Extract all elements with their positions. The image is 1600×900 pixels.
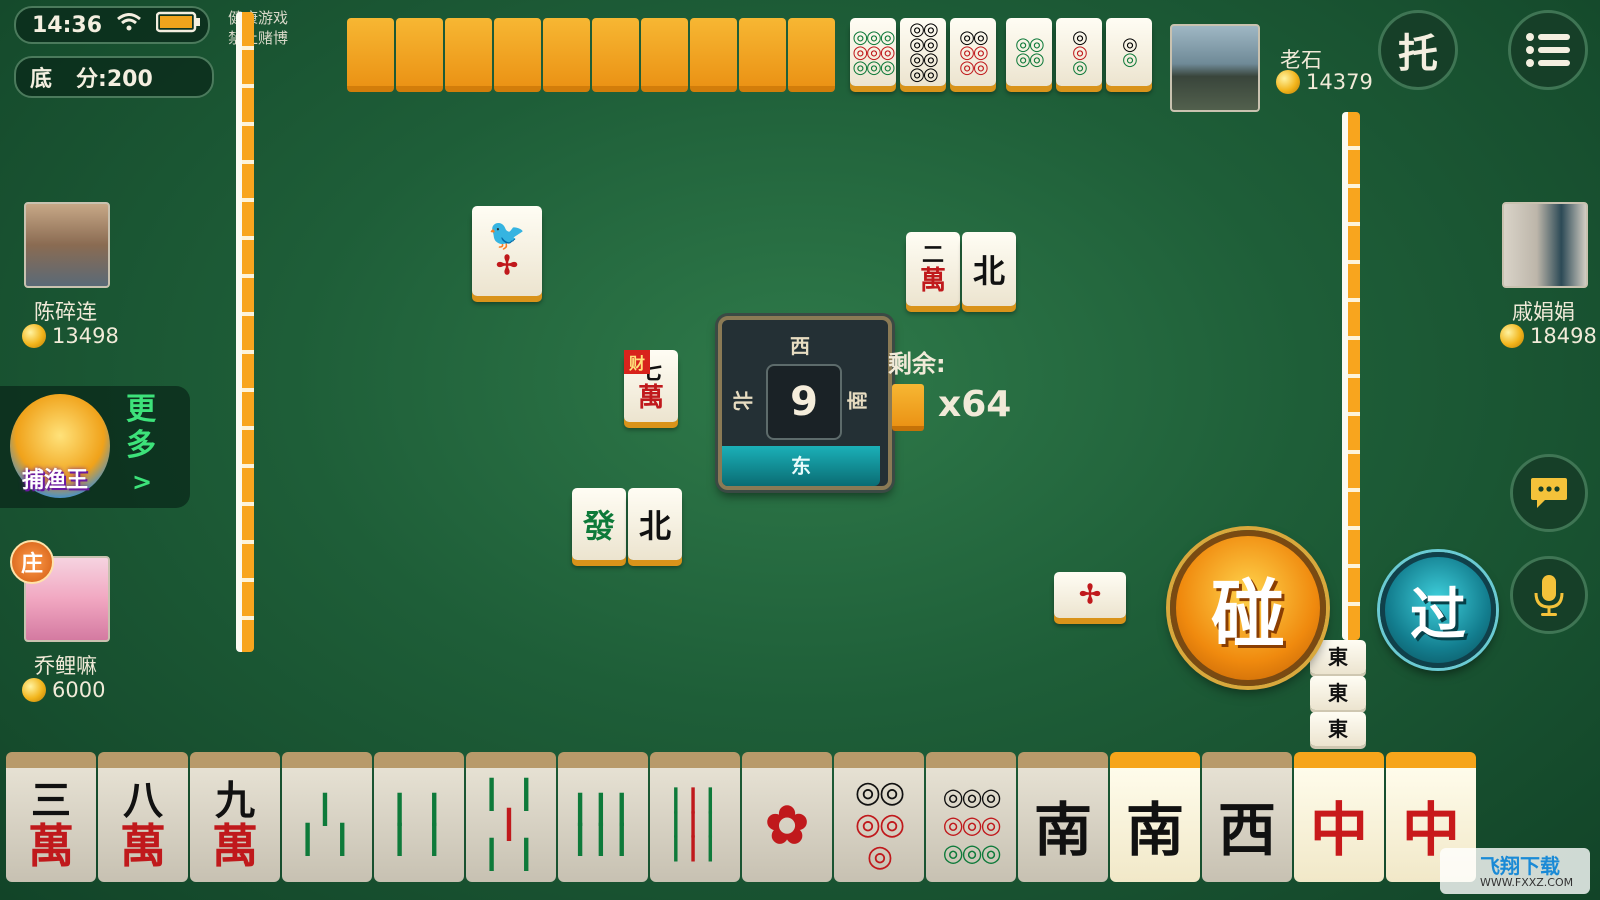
status-bar: 14:36 [14,6,210,44]
wind-east-active: 东 [722,446,880,486]
meld-tile: ◎◎◎ ◎◎◎ ◎◎◎ [850,18,896,86]
meld-tile: ◎◎ ◎◎ ◎◎ ◎◎ [900,18,946,86]
meld-tile: 東 [1310,640,1366,674]
meld-tile: ◎ ◎ [1106,18,1152,86]
hand-tile[interactable]: 三萬 [6,752,96,882]
watermark: 飞翔下载 WWW.FXXZ.COM [1440,848,1590,894]
hand-tile[interactable]: ◎◎ ◎◎ ◎ [834,752,924,882]
turn-compass: 西 北 南 东 9 [718,316,892,490]
wifi-icon [116,12,142,38]
left-wall [236,12,254,652]
clock: 14:36 [32,12,103,38]
wind-south: 南 [845,390,870,411]
meld-tile: ◎ ◎ ◎ [1056,18,1102,86]
avatar-left-player[interactable] [24,202,110,288]
hand-tile[interactable]: ◎◎◎ ◎◎◎ ◎◎◎ [926,752,1016,882]
avatar-top-player[interactable] [1170,24,1260,112]
discard-tile-top-player: 二萬 [906,232,960,306]
voice-button[interactable] [1510,556,1588,634]
player-name-left: 陈碎连 [34,300,97,324]
player-coins-left: 13498 [22,324,119,348]
hand-tile[interactable]: ┃┃┃ ┃┃┃ [558,752,648,882]
dealer-badge: 庄 [10,540,54,584]
microphone-icon [1534,575,1564,616]
meld-tile: 東 [1310,712,1366,746]
player-coins-self: 6000 [22,678,105,702]
hand-tile[interactable]: ┃┃┃ ┃┃┃ ┃┃┃ [650,752,740,882]
hand-tile[interactable]: ✿ [742,752,832,882]
more-label[interactable]: 更多 > [126,392,156,500]
right-wall [1342,112,1360,640]
meld-tile: ◎◎ ◎◎ [1006,18,1052,86]
discard-tile-self: 發 [572,488,626,560]
wind-west: 西 [790,334,810,358]
player-coins-right: 18498 [1500,324,1597,348]
hand-tile[interactable]: 中 [1294,752,1384,882]
hand-tile[interactable]: 西 [1202,752,1292,882]
chat-button[interactable] [1510,454,1588,532]
more-games-panel[interactable]: 捕渔王 更多 > [0,386,190,508]
base-score-value: 200 [106,67,153,92]
discard-tile-top-player: 北 [962,232,1016,306]
coin-icon [1276,70,1300,94]
base-score: 底 分:200 [14,56,214,98]
coin-icon [22,678,46,702]
discard-tile-left-player: 🐦 ✢ [472,206,542,296]
wind-north: 北 [730,390,755,411]
hand-tile[interactable]: ┃ ┃ ┃ ┃ ┃ [466,752,556,882]
hand-tile[interactable]: ┃ ┃ ┃ ┃ [374,752,464,882]
menu-icon [1526,33,1570,67]
hand-tile[interactable]: 九萬 [190,752,280,882]
meld-tile: 東 [1310,676,1366,710]
fishing-game-name: 捕渔王 [22,468,89,493]
auto-play-button[interactable]: 托 [1378,10,1458,90]
player-name-self: 乔鲤嘛 [34,654,97,678]
player-coins-top: 14379 [1276,70,1373,94]
caishen-badge: 财 [624,350,650,374]
remaining-label: 剩余: [888,350,946,378]
turn-countdown: 9 [766,364,842,440]
hand-tile[interactable]: 南 [1110,752,1200,882]
chat-icon [1531,478,1567,508]
pong-button[interactable]: 碰 [1170,530,1326,686]
menu-button[interactable] [1508,10,1588,90]
avatar-right-player[interactable] [1502,202,1588,288]
hand-tile[interactable]: 南 [1018,752,1108,882]
discard-tile-right-player: ✢ [1054,572,1126,618]
hand-tile[interactable]: 八萬 [98,752,188,882]
pass-button[interactable]: 过 [1380,552,1496,668]
hand-tile[interactable]: ┃ ┃ ┃ [282,752,372,882]
discard-tile-self: 北 [628,488,682,560]
meld-tile: ◎◎ ◎◎ ◎◎ [950,18,996,86]
coin-icon [1500,324,1524,348]
player-name-right: 戚娟娟 [1512,300,1575,324]
player-hand: 三萬 八萬 九萬 ┃ ┃ ┃ ┃ ┃ ┃ ┃ ┃ ┃ ┃ ┃ ┃ ┃┃┃ ┃┃┃ ┃┃┃ ┃… [6,752,1476,882]
coin-icon [22,324,46,348]
top-wall [347,18,835,92]
battery-icon [155,11,202,39]
remaining-tile-icon [892,384,924,431]
remaining-count: x64 [938,384,1012,425]
